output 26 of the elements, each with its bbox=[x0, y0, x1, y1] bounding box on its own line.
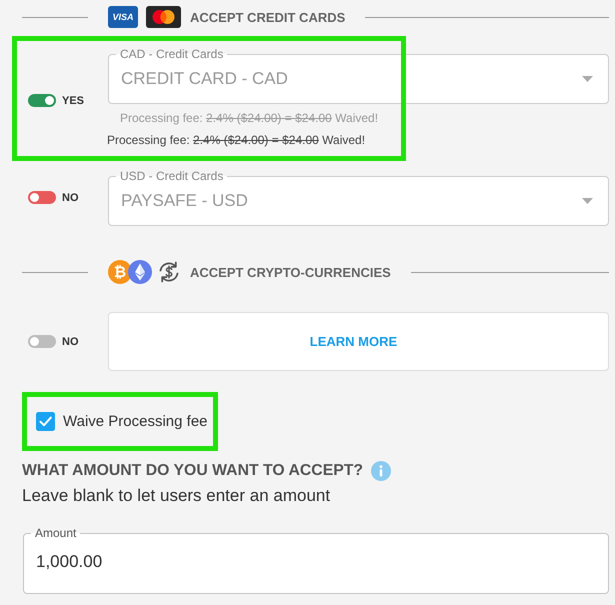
fee-note: Processing fee: 2.4% ($24.00) = $24.00 Waived! bbox=[107, 132, 366, 148]
diamond-coin-icon bbox=[128, 260, 152, 284]
toggle-switch[interactable] bbox=[28, 191, 56, 204]
section-title: ACCEPT CREDIT CARDS bbox=[190, 10, 346, 24]
caret-icon bbox=[582, 76, 593, 82]
amount-field[interactable]: Amount 1,000.00 bbox=[23, 526, 609, 594]
section-title: ACCEPT CRYPTO-CURRENCIES bbox=[190, 264, 391, 280]
dropdown-field[interactable]: CAD - Credit Cards CREDIT CARD - CAD bbox=[108, 47, 609, 104]
checkbox[interactable] bbox=[36, 412, 55, 431]
field-label: Amount bbox=[34, 526, 78, 540]
hint-text: Leave blank to let users enter an amount bbox=[22, 486, 332, 506]
overlapping-circles-icon bbox=[146, 6, 181, 28]
toggle-label: NO bbox=[62, 192, 78, 204]
section-heading: WHAT AMOUNT DO YOU WANT TO ACCEPT? bbox=[22, 461, 364, 481]
amount-input[interactable]: 1,000.00 bbox=[36, 552, 596, 572]
info-icon[interactable] bbox=[371, 461, 392, 481]
checkbox-label[interactable]: Waive Processing fee bbox=[63, 413, 208, 430]
currency-exchange-icon bbox=[158, 261, 180, 283]
caret-icon bbox=[582, 198, 593, 204]
fee-note: Processing fee: 2.4% ($24.00) = $24.00 Waived! bbox=[119, 110, 380, 126]
card-logo: VISA bbox=[108, 6, 138, 28]
coin-icon: ₿ bbox=[108, 260, 132, 284]
toggle-switch[interactable] bbox=[28, 94, 56, 107]
dropdown-field[interactable]: USD - Credit Cards PAYSAFE - USD bbox=[108, 169, 609, 226]
toggle-label: NO bbox=[62, 336, 78, 348]
toggle-label: YES bbox=[62, 94, 84, 106]
